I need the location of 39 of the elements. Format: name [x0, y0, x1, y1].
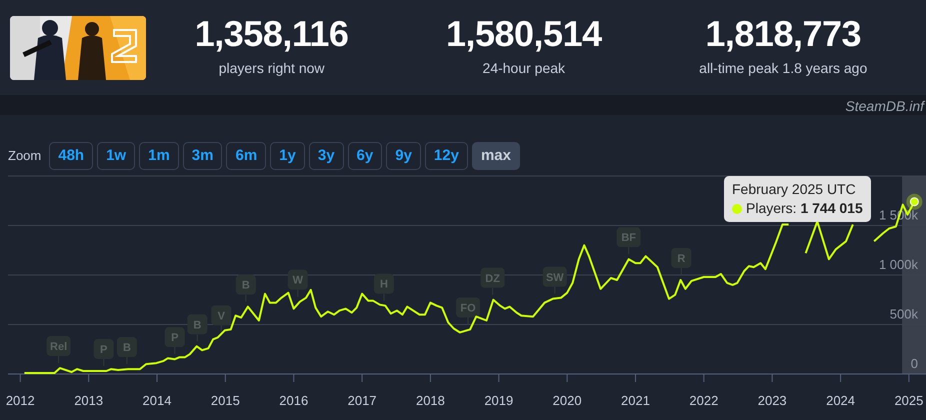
tooltip-value: Players: 1 744 015	[746, 199, 863, 218]
data-point[interactable]	[906, 194, 922, 210]
axis-label: 2020	[552, 393, 582, 408]
axis-label: 2017	[348, 393, 377, 408]
stat-value: 1,580,514	[444, 16, 603, 52]
axis-label: 2015	[210, 393, 240, 408]
zoom-label: Zoom	[8, 147, 42, 166]
axis-label: 2013	[74, 393, 104, 408]
axis-label: 2014	[142, 393, 172, 408]
zoom-button[interactable]: 3y	[308, 142, 344, 170]
stat-value: 1,358,116	[194, 16, 350, 52]
axis-label: 2025	[894, 393, 924, 408]
axis-label: 0	[910, 356, 918, 371]
site-credit: SteamDB.inf	[845, 98, 924, 114]
axis-label: 2012	[6, 393, 35, 408]
zoom-button[interactable]: 1y	[270, 142, 305, 170]
zoom-button[interactable]: 6y	[348, 142, 382, 170]
axis-label: 2016	[279, 393, 308, 408]
zoom-button[interactable]: 1w	[97, 142, 136, 170]
stat-value: 1,818,773	[704, 16, 862, 52]
axis-label: 1 000k	[878, 257, 918, 272]
axis-label: 2019	[484, 393, 514, 408]
zoom-button[interactable]: 48h	[49, 142, 94, 170]
zoom-button[interactable]: max	[472, 142, 520, 170]
stat-label: all-time peak 1.8 years ago	[698, 59, 868, 78]
axis-label: 500k	[890, 306, 918, 322]
stat-label: 24-hour peak	[482, 59, 566, 78]
stat-label: players right now	[218, 59, 326, 78]
axis-label: 2024	[826, 393, 856, 408]
zoom-button[interactable]: 9y	[386, 142, 421, 170]
axis-label: 2018	[416, 393, 445, 408]
axis-label: 2023	[758, 393, 787, 408]
zoom-button[interactable]: 12y	[424, 142, 468, 170]
tooltip-title: February 2025 UTC	[732, 180, 857, 199]
axis-label: 2022	[689, 393, 718, 408]
axis-label: 2021	[621, 393, 650, 408]
zoom-button[interactable]: 3m	[182, 142, 222, 170]
zoom-button[interactable]: 6m	[226, 142, 266, 170]
zoom-button[interactable]: 1m	[139, 142, 179, 170]
